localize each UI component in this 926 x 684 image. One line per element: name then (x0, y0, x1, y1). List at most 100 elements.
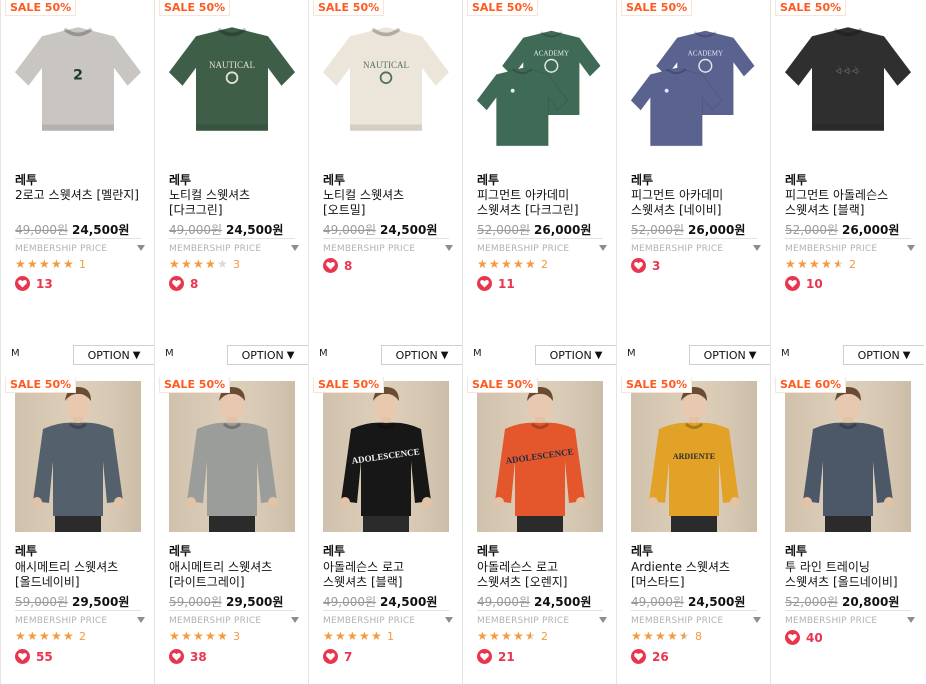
brand-name[interactable]: 레투 (169, 542, 191, 559)
option-row: M OPTION ▼ (771, 345, 924, 365)
brand-name[interactable]: 레투 (15, 171, 37, 188)
brand-name[interactable]: 레투 (631, 542, 653, 559)
product-name[interactable]: 피그먼트 아카데미 스웻셔츠 [네이비] (631, 188, 757, 218)
sale-badge: SALE 50% (313, 0, 385, 16)
brand-name[interactable]: 레투 (477, 171, 499, 188)
original-price: 49,000원 (323, 595, 377, 609)
brand-name[interactable]: 레투 (323, 171, 345, 188)
product-image[interactable]: ᐚᐚᐚ (785, 0, 911, 150)
heart-icon (631, 649, 646, 664)
product-card[interactable]: NAUTICAL SALE 50% 레투 노티컬 스웻셔츠 [오트밀] 49,000… (308, 0, 462, 371)
divider (477, 610, 603, 611)
product-name[interactable]: 아돌레슨스 로고 스웻셔츠 [오렌지] (477, 560, 603, 590)
product-card[interactable]: SALE 60% 레투 투 라인 트레이닝 스웻셔츠 [올드네이비] 52,000원… (770, 371, 924, 684)
membership-price-toggle[interactable]: MEMBERSHIP PRICE (323, 244, 453, 254)
like-button[interactable]: 13 (15, 276, 53, 291)
product-card[interactable]: ADOLESCENCE SALE 50% 레투 아돌레슨스 로고 스웻셔츠 [오렌지… (462, 371, 616, 684)
original-price: 49,000원 (477, 595, 531, 609)
membership-price-toggle[interactable]: MEMBERSHIP PRICE (15, 616, 145, 626)
like-button[interactable]: 55 (15, 649, 53, 664)
like-count: 40 (806, 630, 823, 645)
product-card[interactable]: ACADEMY SALE 50% 레투 피그먼트 아카데미 스웻셔츠 [네이비] 5… (616, 0, 770, 371)
product-card[interactable]: ARDIENTE SALE 50% 레투 Ardiente 스웻셔츠 [머스타드] … (616, 371, 770, 684)
product-image[interactable]: NAUTICAL (323, 0, 449, 150)
product-card[interactable]: NAUTICAL SALE 50% 레투 노티컬 스웻셔츠 [다크그린] 49,00… (154, 0, 308, 371)
sale-price: 24,500원 (226, 223, 284, 237)
product-card[interactable]: SALE 50% 레투 애시메트리 스웻셔츠 [라이트그레이] 59,000원 29,… (154, 371, 308, 684)
triangle-down-icon (291, 617, 299, 623)
brand-name[interactable]: 레투 (631, 171, 653, 188)
star-icon: ★ (217, 629, 228, 643)
option-button[interactable]: OPTION ▼ (843, 345, 924, 365)
like-button[interactable]: 26 (631, 649, 669, 664)
product-card[interactable]: ACADEMY SALE 50% 레투 피그먼트 아카데미 스웻셔츠 [다크그린] … (462, 0, 616, 371)
membership-price-toggle[interactable]: MEMBERSHIP PRICE (785, 616, 915, 626)
star-icon: ★ (63, 257, 74, 271)
sale-price: 24,500원 (380, 223, 438, 237)
product-name[interactable]: 투 라인 트레이닝 스웻셔츠 [올드네이비] (785, 560, 911, 590)
star-icon: ★ (193, 629, 204, 643)
product-name[interactable]: 애시메트리 스웻셔츠 [라이트그레이] (169, 560, 295, 590)
product-name[interactable]: 2로고 스웻셔츠 [멜란지] (15, 188, 141, 203)
product-image[interactable]: 2 (15, 0, 141, 150)
product-image[interactable]: ADOLESCENCE (323, 381, 449, 532)
product-image[interactable] (169, 381, 295, 532)
membership-price-toggle[interactable]: MEMBERSHIP PRICE (169, 616, 299, 626)
like-button[interactable]: 38 (169, 649, 207, 664)
like-button[interactable]: 8 (169, 276, 198, 291)
like-button[interactable]: 8 (323, 258, 352, 273)
product-name[interactable]: 피그먼트 아돌레슨스 스웻셔츠 [블랙] (785, 188, 911, 218)
membership-price-toggle[interactable]: MEMBERSHIP PRICE (477, 616, 607, 626)
like-button[interactable]: 11 (477, 276, 515, 291)
product-name[interactable]: 노티컬 스웻셔츠 [다크그린] (169, 188, 295, 218)
product-image[interactable]: ADOLESCENCE (477, 381, 603, 532)
brand-name[interactable]: 레투 (15, 542, 37, 559)
product-card[interactable]: 2 SALE 50% 레투 2로고 스웻셔츠 [멜란지] 49,000원 24,500… (0, 0, 154, 371)
like-button[interactable]: 7 (323, 649, 352, 664)
svg-text:ACADEMY: ACADEMY (688, 49, 723, 57)
product-image[interactable]: ARDIENTE (631, 381, 757, 532)
option-button[interactable]: OPTION ▼ (381, 345, 462, 365)
brand-name[interactable]: 레투 (169, 171, 191, 188)
brand-name[interactable]: 레투 (785, 171, 807, 188)
brand-name[interactable]: 레투 (785, 542, 807, 559)
heart-icon (477, 649, 492, 664)
product-name[interactable]: 아돌레슨스 로고 스웻셔츠 [블랙] (323, 560, 449, 590)
like-button[interactable]: 10 (785, 276, 823, 291)
product-card[interactable]: ADOLESCENCE SALE 50% 레투 아돌레슨스 로고 스웻셔츠 [블랙]… (308, 371, 462, 684)
svg-text:ᐚᐚᐚ: ᐚᐚᐚ (836, 67, 860, 76)
membership-price-toggle[interactable]: MEMBERSHIP PRICE (15, 244, 145, 254)
triangle-down-icon (445, 245, 453, 251)
membership-price-toggle[interactable]: MEMBERSHIP PRICE (169, 244, 299, 254)
triangle-down-icon: ▼ (286, 349, 295, 361)
membership-price-toggle[interactable]: MEMBERSHIP PRICE (631, 616, 761, 626)
product-image[interactable]: ACADEMY (476, 0, 603, 150)
like-button[interactable]: 40 (785, 630, 823, 645)
option-button[interactable]: OPTION ▼ (535, 345, 616, 365)
option-button[interactable]: OPTION ▼ (73, 345, 154, 365)
like-button[interactable]: 21 (477, 649, 515, 664)
product-image[interactable]: ACADEMY (630, 0, 757, 150)
membership-price-toggle[interactable]: MEMBERSHIP PRICE (323, 616, 453, 626)
product-name[interactable]: 애시메트리 스웻셔츠 [올드네이비] (15, 560, 141, 590)
product-image[interactable] (785, 381, 911, 532)
brand-name[interactable]: 레투 (323, 542, 345, 559)
option-button[interactable]: OPTION ▼ (689, 345, 770, 365)
price-block: 49,000원 24,500원 (477, 593, 591, 610)
product-name[interactable]: 피그먼트 아카데미 스웻셔츠 [다크그린] (477, 188, 603, 218)
brand-name[interactable]: 레투 (477, 542, 499, 559)
like-button[interactable]: 3 (631, 258, 660, 273)
product-name[interactable]: 노티컬 스웻셔츠 [오트밀] (323, 188, 449, 218)
membership-price-toggle[interactable]: MEMBERSHIP PRICE (785, 244, 915, 254)
product-image[interactable]: NAUTICAL (169, 0, 295, 150)
product-card[interactable]: SALE 50% 레투 애시메트리 스웻셔츠 [올드네이비] 59,000원 29,5… (0, 371, 154, 684)
star-icon: ★ (525, 257, 536, 271)
product-image[interactable] (15, 381, 141, 532)
product-name[interactable]: Ardiente 스웻셔츠 [머스타드] (631, 560, 757, 590)
product-card[interactable]: ᐚᐚᐚ SALE 50% 레투 피그먼트 아돌레슨스 스웻셔츠 [블랙] 52,00… (770, 0, 924, 371)
svg-text:ACADEMY: ACADEMY (534, 49, 569, 57)
option-button[interactable]: OPTION ▼ (227, 345, 308, 365)
membership-price-toggle[interactable]: MEMBERSHIP PRICE (631, 244, 761, 254)
membership-price-toggle[interactable]: MEMBERSHIP PRICE (477, 244, 607, 254)
heart-icon (169, 276, 184, 291)
